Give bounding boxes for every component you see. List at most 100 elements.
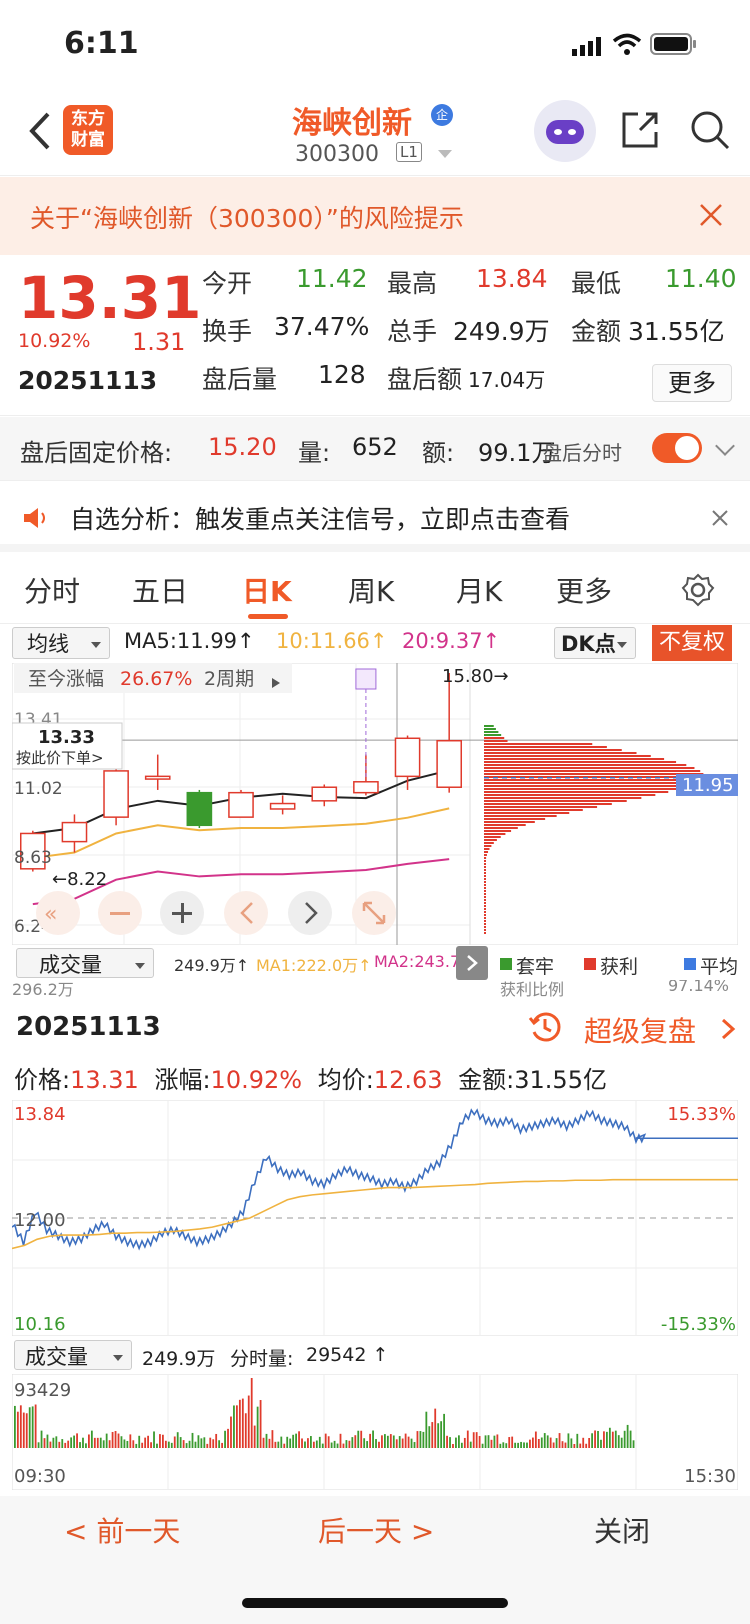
volume-bar bbox=[283, 1443, 286, 1448]
chip-bar bbox=[484, 827, 518, 829]
volume-bar bbox=[606, 1431, 608, 1448]
chip-bar bbox=[484, 899, 486, 901]
volume-bar bbox=[608, 1427, 611, 1448]
chevron-down-icon[interactable] bbox=[715, 436, 735, 456]
candle bbox=[61, 821, 88, 843]
chip-bar bbox=[484, 797, 642, 799]
tab-weekly-k[interactable]: 周K bbox=[348, 570, 394, 610]
volume-bar bbox=[268, 1438, 271, 1448]
pan-left-icon[interactable] bbox=[224, 891, 268, 935]
stock-name[interactable]: 海峡创新 bbox=[292, 98, 412, 142]
intraday-volume-selector[interactable]: 成交量 bbox=[14, 1340, 132, 1370]
volume-bar bbox=[579, 1443, 582, 1448]
ma-selector[interactable]: 均线 bbox=[12, 627, 110, 659]
volume-bar bbox=[318, 1436, 321, 1448]
next-day-button[interactable]: 后一天 > bbox=[318, 1510, 434, 1550]
search-icon[interactable] bbox=[688, 108, 732, 152]
chip-price: 11.95 bbox=[682, 775, 734, 796]
volume-bar bbox=[419, 1431, 422, 1448]
stock-code[interactable]: 300300 bbox=[295, 142, 379, 167]
chevron-down-icon[interactable] bbox=[438, 150, 452, 158]
volume-bar bbox=[493, 1435, 496, 1448]
volume-bar bbox=[25, 1413, 28, 1448]
volume-bar bbox=[117, 1433, 120, 1448]
volume-bar bbox=[153, 1431, 155, 1448]
intraday-minute-volume-label: 分时量: bbox=[230, 1348, 294, 1370]
more-button[interactable]: 更多 bbox=[652, 364, 732, 402]
low-value: 11.40 bbox=[665, 264, 737, 293]
pan-right-icon[interactable] bbox=[288, 891, 332, 935]
chip-bar bbox=[484, 743, 593, 745]
tab-intraday[interactable]: 分时 bbox=[24, 570, 80, 610]
dk-point-selector[interactable]: DK点 bbox=[554, 627, 636, 659]
risk-warning-banner[interactable]: 关于“海峡创新（300300）”的风险提示 bbox=[0, 177, 750, 255]
intraday-volume-bar: 成交量 249.9万 分时量: 29542 ↑ bbox=[0, 1338, 750, 1374]
intraday-amount: 31.55亿 bbox=[514, 1066, 607, 1094]
volume-bar bbox=[108, 1440, 111, 1448]
app-logo[interactable]: 东方 财富 bbox=[63, 105, 113, 155]
candle bbox=[269, 802, 296, 810]
rewind-icon[interactable] bbox=[36, 891, 80, 935]
watchlist-analysis-text[interactable]: 自选分析：触发重点关注信号，立即点击查看 bbox=[70, 500, 570, 536]
volume-bar bbox=[289, 1438, 292, 1448]
prev-day-button[interactable]: < 前一天 bbox=[64, 1510, 180, 1550]
gear-icon[interactable] bbox=[680, 572, 716, 608]
chip-bar bbox=[484, 794, 656, 796]
chevron-right-icon bbox=[467, 955, 478, 971]
kline-chart[interactable]: 15.80→ ←8.22 13.41 11.02 8.63 6.24 至今涨幅 … bbox=[12, 663, 738, 945]
super-replay-link[interactable]: 超级复盘 bbox=[584, 1010, 696, 1050]
chip-bar bbox=[484, 740, 508, 742]
intraday-volume-chart[interactable]: 93429 09:30 15:30 bbox=[12, 1374, 738, 1490]
back-icon[interactable] bbox=[24, 108, 54, 154]
tab-monthly-k[interactable]: 月K bbox=[456, 570, 502, 610]
kline-indicator-bar: 均线 MA5:11.99↑ 10:11.66↑ 20:9.37↑ DK点 不复权 bbox=[0, 625, 750, 663]
volume-bar bbox=[463, 1437, 466, 1448]
chip-bar bbox=[484, 752, 637, 754]
volume-bar bbox=[425, 1411, 428, 1448]
history-clock-icon[interactable] bbox=[528, 1010, 562, 1044]
volume-bar bbox=[452, 1443, 454, 1448]
volume-bar bbox=[576, 1433, 579, 1448]
volume-bar bbox=[227, 1428, 229, 1448]
chip-bar bbox=[484, 881, 486, 883]
volume-selector[interactable]: 成交量 bbox=[16, 948, 154, 978]
chip-bar bbox=[484, 764, 687, 766]
close-button[interactable]: 关闭 bbox=[594, 1510, 650, 1550]
no-adjust-button[interactable]: 不复权 bbox=[652, 625, 732, 661]
tab-five-day[interactable]: 五日 bbox=[132, 570, 188, 610]
volume-bar bbox=[126, 1440, 129, 1448]
close-icon[interactable] bbox=[697, 201, 725, 229]
intraday-chart[interactable]: 13.84 12.00 10.16 15.33% -15.33% bbox=[12, 1100, 738, 1336]
volume-bar bbox=[573, 1443, 576, 1448]
assistant-avatar-icon[interactable] bbox=[534, 100, 596, 162]
overlay-label: 至今涨幅 bbox=[28, 668, 104, 690]
watchlist-analysis-row[interactable]: 自选分析：触发重点关注信号，立即点击查看 bbox=[0, 482, 750, 552]
chip-bar bbox=[484, 761, 677, 763]
ma-selector-label: 均线 bbox=[27, 632, 69, 656]
intraday-price-label: 价格: bbox=[14, 1066, 71, 1094]
share-icon[interactable] bbox=[618, 108, 662, 152]
volume-bar bbox=[540, 1437, 543, 1448]
volume-bar bbox=[162, 1434, 164, 1448]
risk-warning-text[interactable]: 关于“海峡创新（300300）”的风险提示 bbox=[30, 199, 464, 235]
close-icon[interactable] bbox=[710, 508, 730, 528]
volume-bar bbox=[99, 1437, 102, 1448]
chip-bar bbox=[484, 851, 489, 853]
tab-daily-k[interactable]: 日K bbox=[242, 570, 292, 610]
order-hint[interactable]: 按此价下单> bbox=[16, 749, 104, 767]
volume-bar bbox=[295, 1433, 297, 1448]
volume-bar bbox=[221, 1442, 223, 1448]
chevron-right-icon[interactable] bbox=[720, 1018, 736, 1040]
intraday-bottom-pct: -15.33% bbox=[661, 1314, 736, 1335]
after-hours-toggle[interactable] bbox=[652, 433, 702, 463]
volume-bar bbox=[481, 1443, 484, 1448]
chip-bar bbox=[484, 824, 526, 826]
volume-bar bbox=[466, 1430, 469, 1448]
period-tabs: 分时 五日 日K 周K 月K 更多 bbox=[0, 560, 750, 624]
volume-bar bbox=[164, 1440, 167, 1448]
tab-more[interactable]: 更多 bbox=[556, 570, 612, 610]
collapse-panel-button[interactable] bbox=[456, 946, 488, 980]
wifi-icon bbox=[612, 33, 642, 55]
volume-bar bbox=[324, 1433, 327, 1448]
volume-bar bbox=[523, 1442, 525, 1448]
